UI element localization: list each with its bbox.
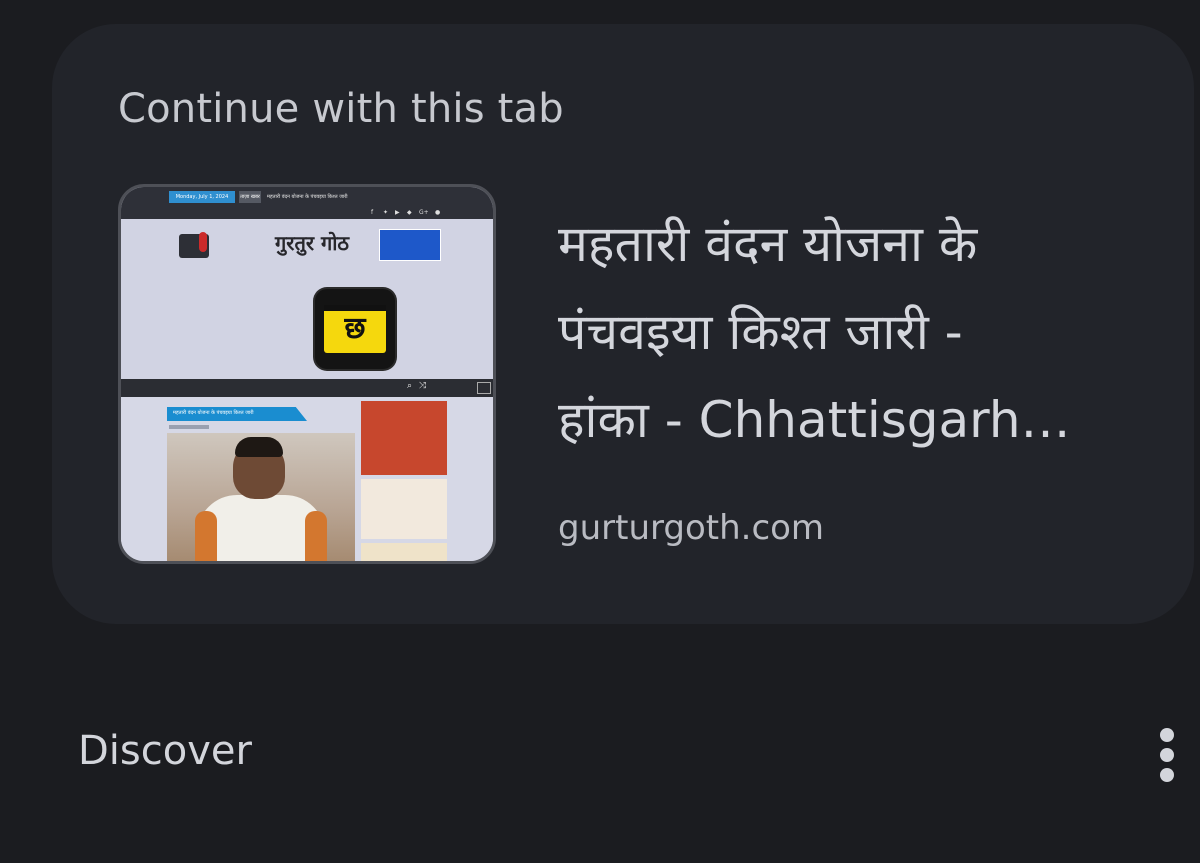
site-logo-text: गुरतुर गोठ [275,231,350,255]
article-domain: gurturgoth.com [558,508,825,548]
thumbnail-article-body: महतारी वंदन योजना के पंचवइया किश्त जारी [121,397,493,561]
article-title-line: पंचवइया किश्त जारी - [558,303,963,361]
thumbnail-side-ad [361,401,447,475]
more-vert-icon[interactable] [1150,726,1184,786]
tab-thumbnail[interactable]: Monday, July 1, 2024 ताज़ा खबर महतारी वं… [118,184,496,564]
chhattisgarhi-letter-icon: छ [324,305,386,353]
site-header-banner [379,229,441,261]
thumbnail-side-ad-3 [361,543,447,561]
thumbnail-social-bar: f ✦ ▶ ◆ G+ ● [121,207,493,219]
thumbnail-topbar: Monday, July 1, 2024 ताज़ा खबर महतारी वं… [121,187,493,207]
dot [1160,728,1174,742]
article-title-line: महतारी वंदन योजना के [558,215,978,273]
card-title: Continue with this tab [118,86,564,132]
thumbnail-date: Monday, July 1, 2024 [169,191,235,203]
site-favicon-icon: छ [315,289,395,369]
article-title-line: हांका - Chhattisgarh… [558,391,1071,449]
thumbnail-side-ad-2 [361,479,447,539]
search-icon: ⌕ [407,381,413,391]
photo-vest-right [305,511,327,561]
discover-heading: Discover [78,728,252,774]
share-icon: ◆ [407,209,412,216]
thumbnail-site-header: गुरतुर गोठ [121,219,493,379]
site-mic-logo [179,232,209,258]
photo-person-hair [235,437,283,457]
thumbnail-ticker: महतारी वंदन योजना के पंचवइया किश्त जारी [267,194,348,200]
dot [1160,748,1174,762]
article-title[interactable]: महतारी वंदन योजना के पंचवइया किश्त जारी … [558,200,1158,464]
youtube-icon: ▶ [395,209,400,216]
shuffle-icon: ⤨ [419,381,427,391]
thumbnail-byline [169,425,209,429]
twitter-icon: ✦ [383,209,389,216]
facebook-icon: f [371,209,374,216]
photo-vest-left [195,511,217,561]
hamburger-menu-icon [477,382,491,394]
thumbnail-article-header: महतारी वंदन योजना के पंचवइया किश्त जारी [167,407,307,421]
thumbnail-article-header-text: महतारी वंदन योजना के पंचवइया किश्त जारी [173,410,254,416]
thumbnail-photo [167,433,355,561]
dot [1160,768,1174,782]
google-plus-icon: G+ [419,209,429,216]
rss-icon: ● [435,209,441,216]
thumbnail-nav: ⌕ ⤨ [121,379,493,397]
continue-tab-card[interactable]: Continue with this tab Monday, July 1, 2… [52,24,1194,624]
thumbnail-tag: ताज़ा खबर [239,191,261,203]
